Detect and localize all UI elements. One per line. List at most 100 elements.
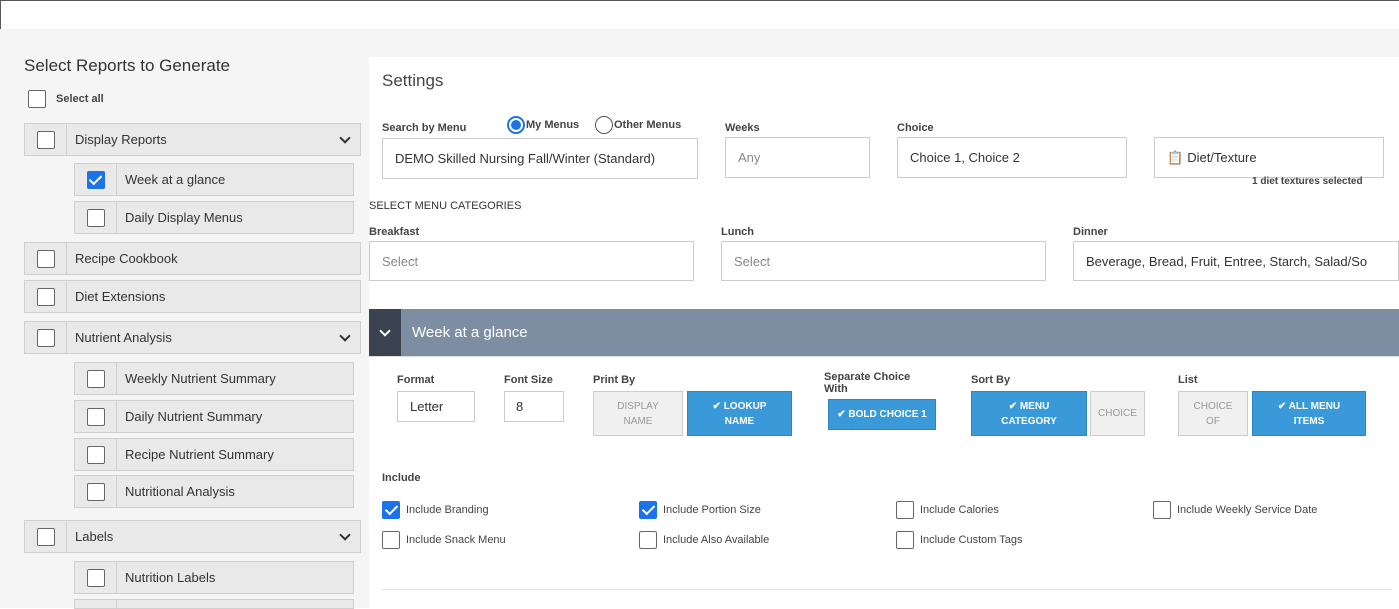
report-nutrition-labels[interactable]: Nutrition Labels [74,561,354,594]
menu-select[interactable]: DEMO Skilled Nursing Fall/Winter (Standa… [382,138,698,179]
radio-unselected-icon[interactable] [595,116,613,134]
group-display-reports[interactable]: Display Reports [24,123,361,156]
sort-choice-button[interactable]: CHOICE [1090,391,1145,436]
dinner-select[interactable]: Beverage, Bread, Fruit, Entree, Starch, … [1073,241,1399,281]
divider [382,589,1392,590]
weeks-select[interactable]: Any [725,137,870,178]
group-display-reports-label: Display Reports [75,132,167,147]
include-also-available-checkbox[interactable] [639,531,657,549]
format-label: Format [397,374,435,386]
include-weekly-service-date-option[interactable]: Include Weekly Service Date [1153,501,1317,519]
print-by-display-name-button[interactable]: DISPLAY NAME [593,391,683,436]
report-weekly-nutrient-summary-checkbox[interactable] [86,369,105,388]
lunch-label: Lunch [721,226,754,238]
group-recipe-cookbook-label: Recipe Cookbook [75,251,178,266]
dinner-label: Dinner [1073,226,1108,238]
breakfast-select[interactable]: Select [369,241,694,281]
group-recipe-cookbook-checkbox[interactable] [36,249,55,268]
report-selector-title: Select Reports to Generate [24,56,231,75]
report-daily-display-menus[interactable]: Daily Display Menus [74,201,354,234]
print-by-lookup-name-button[interactable]: ✔ LOOKUP NAME [687,391,792,436]
report-week-at-a-glance-checkbox[interactable] [86,170,105,189]
report-weekly-nutrient-summary[interactable]: Weekly Nutrient Summary [74,362,354,395]
report-week-at-a-glance-label: Week at a glance [125,172,226,187]
other-menus-radio[interactable]: Other Menus [595,116,681,134]
breakfast-label: Breakfast [369,226,420,238]
choice-label: Choice [897,122,934,134]
my-menus-label: My Menus [526,119,580,131]
report-daily-nutrient-summary[interactable]: Daily Nutrient Summary [74,400,354,433]
report-daily-display-menus-label: Daily Display Menus [125,210,243,225]
report-nutrition-labels-label: Nutrition Labels [125,570,216,585]
report-nutrition-labels-checkbox[interactable] [86,568,105,587]
font-size-label: Font Size [504,374,553,386]
select-all-option[interactable]: Select all [28,90,104,108]
select-all-checkbox[interactable] [28,90,46,108]
section-title: Week at a glance [412,324,528,341]
report-recipe-nutrient-summary-checkbox[interactable] [86,445,105,464]
sort-menu-category-button[interactable]: ✔ MENU CATEGORY [971,391,1087,436]
report-recipe-nutrient-summary-label: Recipe Nutrient Summary [125,447,274,462]
report-daily-nutrient-summary-label: Daily Nutrient Summary [125,409,263,424]
font-size-input[interactable]: 8 [504,391,564,422]
include-calories-checkbox[interactable] [896,501,914,519]
list-all-menu-items-button[interactable]: ✔ ALL MENU ITEMS [1252,391,1366,436]
categories-heading: SELECT MENU CATEGORIES [369,200,522,212]
my-menus-radio[interactable]: My Menus [507,116,579,134]
week-at-a-glance-options: Format Letter Font Size 8 Print By DISPL… [369,356,1399,608]
group-diet-extensions-label: Diet Extensions [75,289,166,304]
include-snack-menu-label: Include Snack Menu [406,534,506,546]
include-label: Include [382,472,421,484]
group-diet-extensions[interactable]: Diet Extensions [24,280,361,313]
include-portion-size-option[interactable]: Include Portion Size [639,501,761,519]
choice-select[interactable]: Choice 1, Choice 2 [897,137,1127,178]
group-diet-extensions-checkbox[interactable] [36,287,55,306]
report-recipe-nutrient-summary[interactable]: Recipe Nutrient Summary [74,438,354,471]
chevron-down-icon[interactable] [330,329,360,342]
include-portion-size-label: Include Portion Size [663,504,761,516]
collapse-toggle[interactable] [369,309,401,356]
report-week-at-a-glance[interactable]: Week at a glance [74,163,354,196]
week-at-a-glance-header[interactable]: Week at a glance [369,309,1399,356]
sort-by-label: Sort By [971,374,1011,386]
select-all-label: Select all [56,93,104,105]
include-custom-tags-label: Include Custom Tags [920,534,1023,546]
include-custom-tags-option[interactable]: Include Custom Tags [896,531,1023,549]
include-portion-size-checkbox[interactable] [639,501,657,519]
include-calories-option[interactable]: Include Calories [896,501,999,519]
include-snack-menu-option[interactable]: Include Snack Menu [382,531,506,549]
group-labels[interactable]: Labels [24,520,361,553]
report-daily-nutrient-summary-checkbox[interactable] [86,407,105,426]
chevron-down-icon[interactable] [330,131,360,144]
list-choice-of-button[interactable]: CHOICE OF [1178,391,1248,436]
include-weekly-service-date-checkbox[interactable] [1153,501,1171,519]
format-select[interactable]: Letter [397,391,475,422]
group-display-reports-checkbox[interactable] [36,130,55,149]
group-recipe-cookbook[interactable]: Recipe Cookbook [24,242,361,275]
group-labels-checkbox[interactable] [36,527,55,546]
diet-texture-button[interactable]: 📋 Diet/Texture [1154,137,1384,178]
include-branding-checkbox[interactable] [382,501,400,519]
include-branding-label: Include Branding [406,504,489,516]
group-nutrient-analysis[interactable]: Nutrient Analysis [24,321,361,354]
report-nutritional-analysis[interactable]: Nutritional Analysis [74,475,354,508]
weeks-label: Weeks [725,122,760,134]
report-nutritional-analysis-checkbox[interactable] [86,482,105,501]
lunch-select[interactable]: Select [721,241,1046,281]
report-nutritional-analysis-label: Nutritional Analysis [125,484,235,499]
print-by-label: Print By [593,374,636,386]
separate-bold-choice-button[interactable]: ✔ BOLD CHOICE 1 [828,399,936,430]
include-also-available-label: Include Also Available [663,534,770,546]
report-daily-display-menus-checkbox[interactable] [86,208,105,227]
include-custom-tags-checkbox[interactable] [896,531,914,549]
include-also-available-option[interactable]: Include Also Available [639,531,769,549]
group-nutrient-analysis-checkbox[interactable] [36,328,55,347]
list-label: List [1178,374,1198,386]
include-branding-option[interactable]: Include Branding [382,501,489,519]
chevron-down-icon[interactable] [330,528,360,541]
include-snack-menu-checkbox[interactable] [382,531,400,549]
radio-selected-icon[interactable] [507,116,525,134]
group-nutrient-analysis-label: Nutrient Analysis [75,330,172,345]
separate-choice-label: Separate Choice With [824,371,911,395]
group-labels-label: Labels [75,529,114,544]
